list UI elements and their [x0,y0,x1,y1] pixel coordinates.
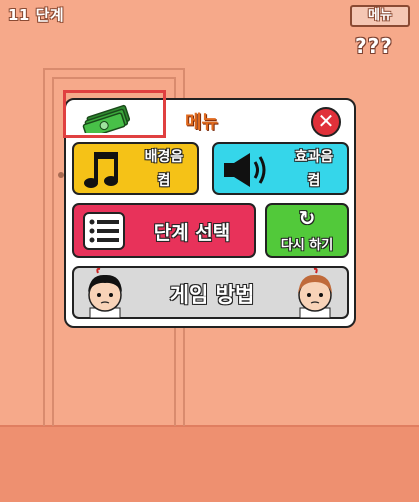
refresh-icon: ↻ [298,206,316,230]
music-note-icon [84,152,118,188]
menu-button[interactable]: 메뉴 [350,5,410,27]
how-to-play-button[interactable]: 게임 방법 [72,266,349,319]
bgm-state: 켬 [157,173,171,189]
highlight-box [63,90,166,138]
bgm-toggle-button[interactable]: 배경음 켬 [72,142,199,195]
sfx-toggle-button[interactable]: 효과음 켬 [212,142,349,195]
stage-select-label: 단계 선택 [153,222,231,244]
stage-select-button[interactable]: 단계 선택 [72,203,256,258]
close-button[interactable]: ✕ [311,107,341,137]
boy-face-icon [88,268,122,318]
close-icon: ✕ [317,109,335,133]
level-label: 11 단계 [8,6,65,24]
dialog-title: 메뉴 [185,112,219,133]
how-to-play-label: 게임 방법 [169,283,255,307]
speaker-icon [224,153,266,187]
sfx-label: 효과음 [294,149,334,165]
bgm-label: 배경음 [144,149,184,165]
sfx-state: 켬 [307,173,321,189]
retry-label: 다시 하기 [280,238,334,253]
floor [0,425,419,502]
list-icon [83,212,125,250]
girl-face-icon [298,268,332,318]
retry-button[interactable]: ↻ 다시 하기 [265,203,349,258]
hint-text[interactable]: ??? [355,34,393,58]
